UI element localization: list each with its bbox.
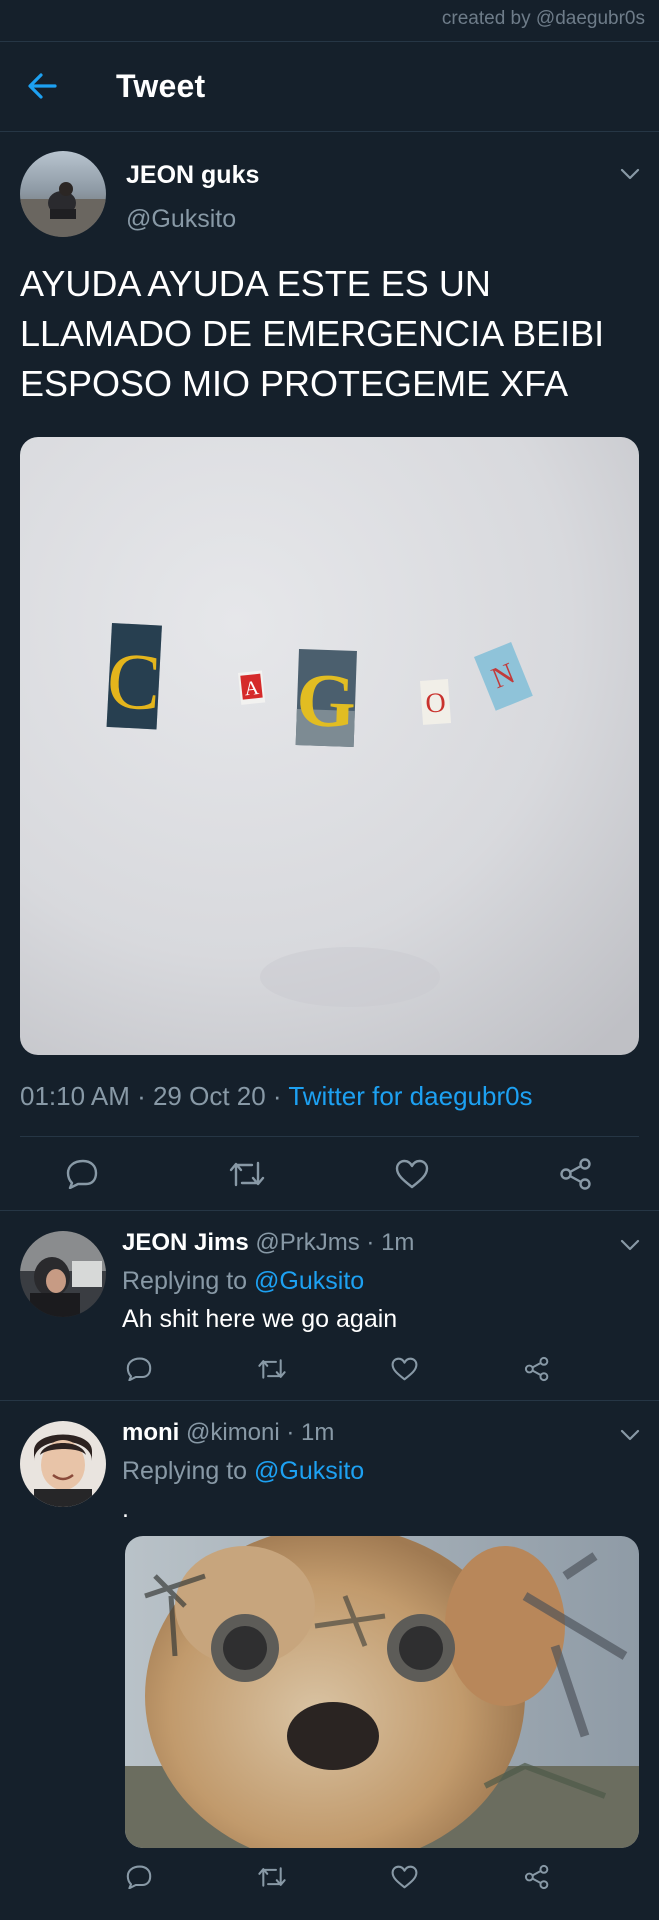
avatar[interactable] — [20, 151, 106, 237]
replying-to: Replying to @Guksito — [122, 1457, 364, 1486]
retweet-icon — [258, 1867, 286, 1887]
divider — [20, 1136, 639, 1137]
heart-icon — [395, 1159, 429, 1189]
chevron-down-icon — [620, 168, 640, 180]
tweet-timestamp: 01:10 AM · 29 Oct 20 · — [20, 1081, 289, 1111]
reply-button[interactable] — [124, 1354, 154, 1384]
author-handle[interactable]: @Guksito — [126, 205, 236, 234]
share-button[interactable] — [556, 1154, 596, 1194]
reply-image[interactable] — [125, 1536, 639, 1848]
retweet-button[interactable] — [255, 1354, 289, 1384]
reply-header: moni @kimoni · 1m — [122, 1419, 334, 1447]
replying-to-label: Replying to — [122, 1267, 255, 1295]
comment-icon — [126, 1357, 152, 1381]
author-name[interactable]: moni — [122, 1419, 179, 1446]
chevron-down-icon — [620, 1429, 640, 1441]
page-title: Tweet — [116, 68, 206, 104]
ransom-letter: A — [243, 677, 260, 700]
tweet-text: AYUDA AYUDA ESTE ES UN LLAMADO DE EMERGE… — [20, 259, 640, 409]
author-name[interactable]: JEON guks — [126, 161, 259, 190]
share-button[interactable] — [522, 1354, 552, 1384]
reply-text: . — [122, 1495, 129, 1523]
tweet-text-line: LLAMADO DE EMERGENCIA BEIBI — [20, 313, 605, 354]
replying-to: Replying to @Guksito — [122, 1267, 364, 1296]
arrow-left-icon — [28, 73, 57, 99]
reply-text: Ah shit here we go again — [122, 1305, 398, 1333]
replying-to-label: Replying to — [122, 1457, 255, 1485]
like-button[interactable] — [389, 1354, 419, 1384]
avatar[interactable] — [20, 1421, 106, 1507]
share-button[interactable] — [522, 1862, 552, 1892]
comment-icon — [66, 1159, 98, 1189]
retweet-icon — [258, 1359, 286, 1379]
like-button[interactable] — [392, 1154, 432, 1194]
heart-icon — [391, 1865, 417, 1889]
reply-button[interactable] — [62, 1154, 102, 1194]
reply-header: JEON Jims @PrkJms · 1m — [122, 1229, 414, 1257]
ransom-letter: G — [295, 658, 357, 744]
main-tweet: JEON guks @Guksito AYUDA AYUDA ESTE ES U… — [0, 133, 659, 1211]
avatar[interactable] — [20, 1231, 106, 1317]
heart-icon — [391, 1357, 417, 1381]
tweet-text-line: AYUDA AYUDA ESTE ES UN — [20, 263, 491, 304]
tweet-options-button[interactable] — [620, 1428, 640, 1446]
reply-tweet: moni @kimoni · 1m Replying to @Guksito . — [0, 1402, 659, 1920]
ransom-letter: C — [105, 637, 163, 728]
comment-icon — [126, 1865, 152, 1889]
tweet-image[interactable]: C A G O N — [20, 437, 639, 1055]
retweet-button[interactable] — [225, 1154, 269, 1194]
tweet-options-button[interactable] — [620, 1238, 640, 1256]
share-icon — [560, 1158, 591, 1190]
author-handle-time: @kimoni · 1m — [179, 1419, 335, 1446]
tweet-options-button[interactable] — [620, 167, 640, 185]
reply-button[interactable] — [124, 1862, 154, 1892]
tweet-source-link[interactable]: Twitter for daegubr0s — [288, 1081, 532, 1111]
retweet-button[interactable] — [255, 1862, 289, 1892]
chevron-down-icon — [620, 1239, 640, 1251]
share-icon — [524, 1864, 549, 1890]
ransom-letter: O — [424, 687, 446, 719]
tweet-text-line: ESPOSO MIO PROTEGEME XFA — [20, 363, 569, 404]
retweet-icon — [229, 1161, 265, 1187]
reply-tweet: JEON Jims @PrkJms · 1m Replying to @Guks… — [0, 1212, 659, 1401]
like-button[interactable] — [389, 1862, 419, 1892]
tweet-meta: 01:10 AM · 29 Oct 20 · Twitter for daegu… — [20, 1081, 533, 1112]
back-button[interactable] — [22, 68, 62, 104]
share-icon — [524, 1356, 549, 1382]
header-bar: Tweet — [0, 42, 659, 132]
author-handle-time: @PrkJms · 1m — [248, 1229, 415, 1256]
author-name[interactable]: JEON Jims — [122, 1229, 249, 1256]
mention-link[interactable]: @Guksito — [254, 1457, 364, 1485]
watermark: created by @daegubr0s — [441, 8, 645, 29]
mention-link[interactable]: @Guksito — [254, 1267, 364, 1295]
